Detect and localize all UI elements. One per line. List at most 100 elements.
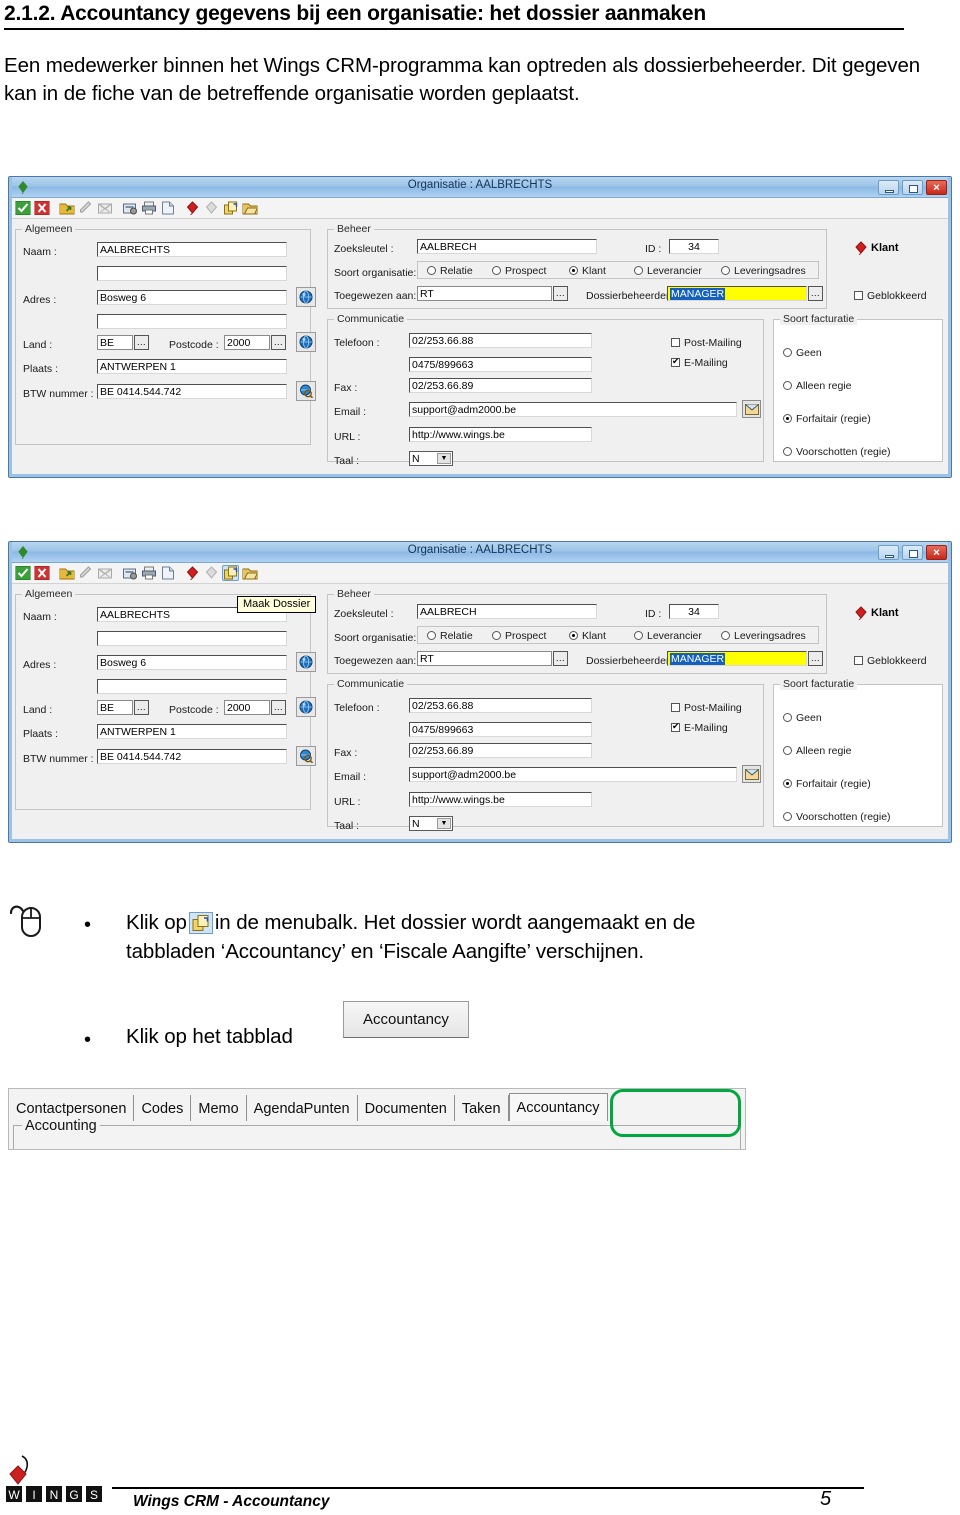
telefoon2-input[interactable]: 0475/899663: [409, 357, 592, 372]
tab-memo[interactable]: Memo: [191, 1095, 247, 1121]
post-mailing-checkbox[interactable]: Post-Mailing: [671, 337, 742, 349]
properties-icon[interactable]: [121, 200, 138, 216]
telefoon-input[interactable]: 02/253.66.88: [409, 698, 592, 713]
maximize-button[interactable]: [902, 180, 923, 195]
radio-facturatie-voorschotten[interactable]: Voorschotten (regie): [783, 446, 891, 458]
print-icon[interactable]: [140, 200, 157, 216]
post-mailing-checkbox[interactable]: Post-Mailing: [671, 702, 742, 714]
url-input[interactable]: http://www.wings.be: [409, 792, 592, 807]
organisatie-dialog-1[interactable]: Organisatie : AALBRECHTS ✕ Algemeen Naam…: [8, 176, 952, 478]
adres-input[interactable]: Bosweg 6: [97, 655, 287, 670]
window-controls[interactable]: ✕: [878, 180, 947, 195]
land-picker-button[interactable]: ...: [134, 335, 149, 350]
export-folder-icon[interactable]: [58, 200, 75, 216]
send-mail-button[interactable]: [742, 765, 761, 783]
tab-agendapunten[interactable]: AgendaPunten: [247, 1095, 358, 1121]
radio-facturatie-geen[interactable]: Geen: [783, 347, 822, 359]
toolbar[interactable]: [9, 198, 951, 219]
tab-accountancy[interactable]: Accountancy: [508, 1093, 608, 1121]
radio-leveringsadres[interactable]: Leveringsadres: [721, 265, 806, 277]
postcode-globe-button[interactable]: [296, 332, 316, 352]
kite-red-icon[interactable]: [184, 565, 201, 581]
plaats-input[interactable]: ANTWERPEN 1: [97, 359, 287, 374]
open-folder-icon[interactable]: [241, 200, 258, 216]
properties-icon[interactable]: [121, 565, 138, 581]
confirm-check-icon[interactable]: [14, 565, 31, 581]
email-input[interactable]: support@adm2000.be: [409, 402, 737, 417]
postcode-globe-button[interactable]: [296, 697, 316, 717]
radio-leverancier[interactable]: Leverancier: [634, 630, 702, 642]
email-mailing-checkbox[interactable]: E-Mailing: [671, 356, 728, 369]
taal-select[interactable]: N ▼: [409, 816, 453, 831]
land-picker-button[interactable]: ...: [134, 700, 149, 715]
email-input[interactable]: support@adm2000.be: [409, 767, 737, 782]
fax-input[interactable]: 02/253.66.89: [409, 743, 592, 758]
radio-facturatie-forfaitair[interactable]: Forfaitair (regie): [783, 413, 871, 425]
toegewezen-aan-input[interactable]: RT: [417, 286, 552, 301]
radio-leverancier[interactable]: Leverancier: [634, 265, 702, 277]
radio-facturatie-geen[interactable]: Geen: [783, 712, 822, 724]
radio-relatie[interactable]: Relatie: [427, 265, 473, 277]
postcode-input[interactable]: 2000: [224, 335, 270, 350]
btw-lookup-button[interactable]: [296, 746, 316, 766]
toolbar[interactable]: [9, 563, 951, 584]
btw-input[interactable]: BE 0414.544.742: [97, 384, 287, 399]
dossierbeheerder-picker[interactable]: ...: [808, 286, 823, 301]
radio-leveringsadres[interactable]: Leveringsadres: [721, 630, 806, 642]
radio-prospect[interactable]: Prospect: [492, 630, 546, 642]
taal-select[interactable]: N ▼: [409, 451, 453, 466]
toegewezen-aan-picker[interactable]: ...: [553, 286, 568, 301]
tab-documenten[interactable]: Documenten: [358, 1095, 455, 1121]
adres-globe-button[interactable]: [296, 287, 316, 307]
zoeksleutel-input[interactable]: AALBRECH: [417, 239, 597, 254]
adres2-input[interactable]: [97, 679, 287, 694]
email-mailing-checkbox[interactable]: E-Mailing: [671, 721, 728, 734]
postcode-picker-button[interactable]: ...: [271, 335, 286, 350]
export-folder-icon[interactable]: [58, 565, 75, 581]
naam2-input[interactable]: [97, 266, 287, 281]
url-input[interactable]: http://www.wings.be: [409, 427, 592, 442]
toegewezen-aan-picker[interactable]: ...: [553, 651, 568, 666]
postcode-input[interactable]: 2000: [224, 700, 270, 715]
geblokkeerd-checkbox[interactable]: Geblokkeerd: [854, 655, 927, 667]
dossierbeheerder-input[interactable]: MANAGER: [667, 651, 807, 666]
btw-lookup-button[interactable]: [296, 381, 316, 401]
adres-globe-button[interactable]: [296, 652, 316, 672]
toegewezen-aan-input[interactable]: RT: [417, 651, 552, 666]
tab-codes[interactable]: Codes: [134, 1095, 192, 1121]
maak-dossier-icon[interactable]: [222, 565, 239, 581]
naam-input[interactable]: AALBRECHTS: [97, 242, 287, 257]
maak-dossier-icon[interactable]: [188, 912, 213, 934]
adres2-input[interactable]: [97, 314, 287, 329]
close-button[interactable]: ✕: [926, 545, 947, 560]
confirm-check-icon[interactable]: [14, 200, 31, 216]
send-mail-button[interactable]: [742, 400, 761, 418]
radio-facturatie-voorschotten[interactable]: Voorschotten (regie): [783, 811, 891, 823]
telefoon-input[interactable]: 02/253.66.88: [409, 333, 592, 348]
open-folder-icon[interactable]: [241, 565, 258, 581]
radio-facturatie-alleen-regie[interactable]: Alleen regie: [783, 745, 851, 757]
land-input[interactable]: BE: [97, 700, 133, 715]
new-document-icon[interactable]: [159, 200, 176, 216]
cancel-cross-icon[interactable]: [33, 200, 50, 216]
organisatie-dialog-2[interactable]: Organisatie : AALBRECHTS ✕ Algemeen Naam…: [8, 541, 952, 843]
zoeksleutel-input[interactable]: AALBRECH: [417, 604, 597, 619]
window-controls[interactable]: ✕: [878, 545, 947, 560]
plaats-input[interactable]: ANTWERPEN 1: [97, 724, 287, 739]
dossierbeheerder-picker[interactable]: ...: [808, 651, 823, 666]
btw-input[interactable]: BE 0414.544.742: [97, 749, 287, 764]
minimize-button[interactable]: [878, 180, 899, 195]
minimize-button[interactable]: [878, 545, 899, 560]
telefoon2-input[interactable]: 0475/899663: [409, 722, 592, 737]
new-document-icon[interactable]: [159, 565, 176, 581]
postcode-picker-button[interactable]: ...: [271, 700, 286, 715]
maak-dossier-icon[interactable]: [222, 200, 239, 216]
tab-taken[interactable]: Taken: [455, 1095, 509, 1121]
radio-relatie[interactable]: Relatie: [427, 630, 473, 642]
cancel-cross-icon[interactable]: [33, 565, 50, 581]
geblokkeerd-checkbox[interactable]: Geblokkeerd: [854, 290, 927, 302]
radio-klant[interactable]: Klant: [569, 630, 606, 642]
adres-input[interactable]: Bosweg 6: [97, 290, 287, 305]
radio-prospect[interactable]: Prospect: [492, 265, 546, 277]
radio-facturatie-alleen-regie[interactable]: Alleen regie: [783, 380, 851, 392]
